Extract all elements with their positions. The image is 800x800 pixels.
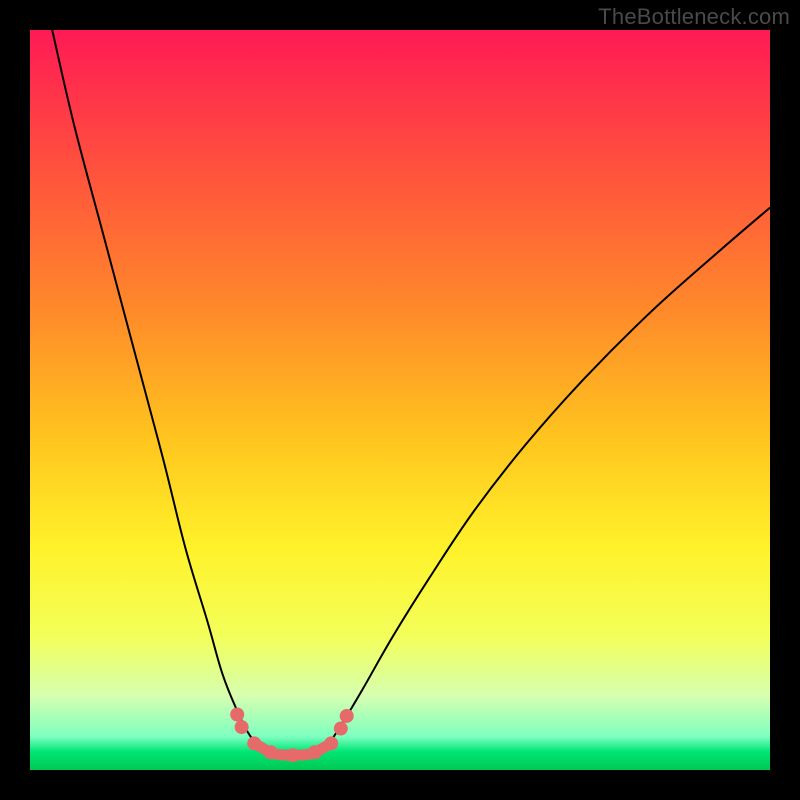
curve-marker — [334, 722, 348, 736]
curve-marker — [230, 708, 244, 722]
chart-frame: TheBottleneck.com — [0, 0, 800, 800]
curve-marker — [324, 736, 338, 750]
curve-marker — [286, 748, 300, 762]
bottleneck-curve — [52, 30, 770, 755]
curve-marker — [340, 709, 354, 723]
curve-marker — [235, 720, 249, 734]
curve-marker — [247, 736, 261, 750]
curve-marker — [264, 745, 278, 759]
watermark-text: TheBottleneck.com — [598, 4, 790, 30]
curve-layer — [30, 30, 770, 770]
plot-area — [30, 30, 770, 770]
curve-marker — [308, 745, 322, 759]
